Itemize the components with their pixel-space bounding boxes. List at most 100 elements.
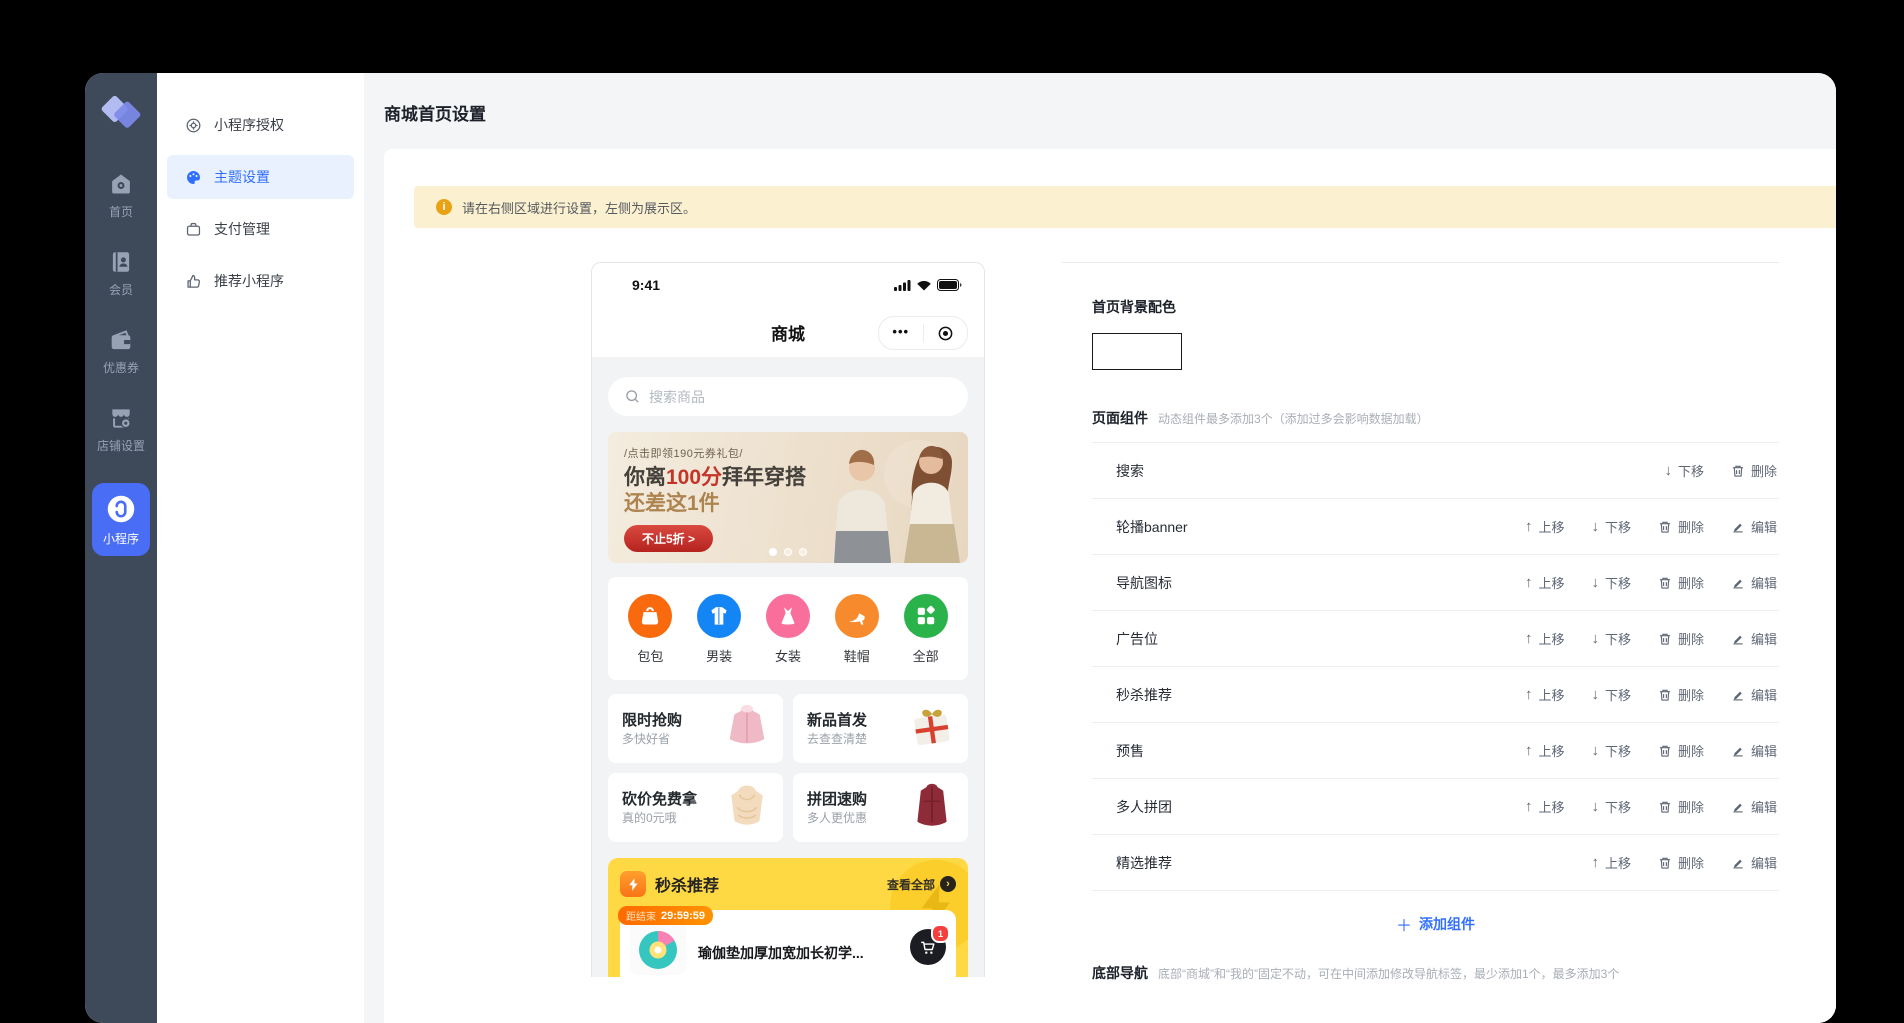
sidebar-item-label: 会员 <box>109 281 133 298</box>
promo-card[interactable]: 新品首发 去查查清楚 <box>793 694 968 763</box>
down-action-button[interactable]: ↓ 下移 <box>1664 461 1704 480</box>
bg-color-swatch[interactable] <box>1092 333 1182 370</box>
action-label: 下移 <box>1605 629 1631 648</box>
edit-action-button[interactable]: 编辑 <box>1731 741 1777 760</box>
action-label: 编辑 <box>1751 517 1777 536</box>
banner-headline: 你离100分拜年穿搭 <box>624 464 968 491</box>
target-icon <box>937 325 954 342</box>
menu-item-recommend[interactable]: 推荐小程序 <box>167 259 354 303</box>
promo-card[interactable]: 拼团速购 多人更优惠 <box>793 773 968 842</box>
delete-action-button[interactable]: 删除 <box>1658 685 1704 704</box>
delete-action-button[interactable]: 删除 <box>1658 741 1704 760</box>
component-name: 搜索 <box>1116 461 1664 481</box>
arrow-down-icon: ↓ <box>1591 520 1599 534</box>
add-component-button[interactable]: ＋ 添加组件 <box>1396 912 1475 936</box>
carousel-banner[interactable]: /点击即领190元券礼包/ 你离100分拜年穿搭 还差这1件 不止5折 > <box>608 432 968 563</box>
component-row: 导航图标 ↑ 上移 ↓ 下移 删除 编辑 <box>1092 555 1779 611</box>
app-logo-icon <box>96 95 146 137</box>
delete-action-button[interactable]: 删除 <box>1658 573 1704 592</box>
bottom-nav-section: 底部导航 底部“商城”和“我的”固定不动，可在中间添加修改导航标签，最少添加1个… <box>1092 963 1779 983</box>
edit-action-button[interactable]: 编辑 <box>1731 685 1777 704</box>
flash-product-card[interactable]: 距结束 29:59:59 瑜伽垫加厚加宽加长初学... 1 <box>620 910 956 977</box>
arrow-down-icon: ↓ <box>1591 688 1599 702</box>
category-item[interactable]: 包包 <box>628 594 672 665</box>
plus-icon: ＋ <box>1396 912 1412 936</box>
sidebar-item-coupon[interactable]: 优惠券 <box>85 327 157 376</box>
edit-icon <box>1731 856 1745 870</box>
app-window: 首页 会员 优惠券 店铺设置 小程序 小程序授权 主题设置 支付管理 <box>85 73 1836 1023</box>
edit-action-button[interactable]: 编辑 <box>1731 797 1777 816</box>
down-action-button[interactable]: ↓ 下移 <box>1591 629 1631 648</box>
wechat-capsule: ••• <box>878 316 968 350</box>
promo-title: 拼团速购 <box>807 791 867 808</box>
flash-sale-section: 秒杀推荐 查看全部 › 距结束 29 <box>608 858 968 977</box>
components-list: 搜索 ↓ 下移 删除 轮播banner ↑ 上移 ↓ 下移 删除 编辑 <box>1092 442 1779 891</box>
carousel-dot[interactable] <box>799 548 807 556</box>
components-hint: 动态组件最多添加3个（添加过多会影响数据加载） <box>1158 410 1429 427</box>
carousel-dot[interactable] <box>769 548 777 556</box>
category-item[interactable]: 女装 <box>766 594 810 665</box>
countdown-badge: 距结束 29:59:59 <box>618 906 713 925</box>
action-label: 编辑 <box>1751 685 1777 704</box>
edit-action-button[interactable]: 编辑 <box>1731 629 1777 648</box>
sidebar-item-member[interactable]: 会员 <box>85 249 157 298</box>
delete-action-button[interactable]: 删除 <box>1658 797 1704 816</box>
component-row: 精选推荐 ↑ 上移 删除 编辑 <box>1092 835 1779 891</box>
up-action-button[interactable]: ↑ 上移 <box>1525 573 1565 592</box>
edit-action-button[interactable]: 编辑 <box>1731 573 1777 592</box>
delete-action-button[interactable]: 删除 <box>1658 629 1704 648</box>
sidebar-item-shop[interactable]: 店铺设置 <box>85 405 157 454</box>
menu-item-theme[interactable]: 主题设置 <box>167 155 354 199</box>
carousel-dot[interactable] <box>784 548 792 556</box>
promo-card[interactable]: 限时抢购 多快好省 <box>608 694 783 763</box>
menu-item-auth[interactable]: 小程序授权 <box>167 103 354 147</box>
category-item[interactable]: 男装 <box>697 594 741 665</box>
edit-action-button[interactable]: 编辑 <box>1731 517 1777 536</box>
phone-preview: 9:41 商城 ••• <box>591 262 985 977</box>
component-row: 广告位 ↑ 上移 ↓ 下移 删除 编辑 <box>1092 611 1779 667</box>
trash-icon <box>1658 688 1672 702</box>
view-all-link[interactable]: 查看全部 › <box>887 876 956 893</box>
delete-action-button[interactable]: 删除 <box>1658 853 1704 872</box>
more-button[interactable]: ••• <box>879 317 923 349</box>
up-action-button[interactable]: ↑ 上移 <box>1525 517 1565 536</box>
action-label: 下移 <box>1605 741 1631 760</box>
flash-bolt-icon <box>620 871 646 897</box>
cart-button[interactable]: 1 <box>910 929 946 965</box>
edit-action-button[interactable]: 编辑 <box>1731 853 1777 872</box>
menu-item-payment[interactable]: 支付管理 <box>167 207 354 251</box>
sidebar-item-miniapp[interactable]: 小程序 <box>92 483 150 556</box>
delete-action-button[interactable]: 删除 <box>1731 461 1777 480</box>
category-item[interactable]: 鞋帽 <box>835 594 879 665</box>
category-item[interactable]: 全部 <box>904 594 948 665</box>
delete-action-button[interactable]: 删除 <box>1658 517 1704 536</box>
up-action-button[interactable]: ↑ 上移 <box>1525 629 1565 648</box>
down-action-button[interactable]: ↓ 下移 <box>1591 573 1631 592</box>
promo-subtitle: 去查查清楚 <box>807 732 867 746</box>
up-action-button[interactable]: ↑ 上移 <box>1525 741 1565 760</box>
chevron-right-icon: › <box>940 876 956 892</box>
close-capsule-button[interactable] <box>924 317 968 349</box>
promo-card[interactable]: 砍价免费拿 真的0元哦 <box>608 773 783 842</box>
down-action-button[interactable]: ↓ 下移 <box>1591 517 1631 536</box>
action-label: 编辑 <box>1751 853 1777 872</box>
status-icons <box>894 279 962 291</box>
sidebar-item-home[interactable]: 首页 <box>85 171 157 220</box>
component-row: 搜索 ↓ 下移 删除 <box>1092 443 1779 499</box>
up-action-button[interactable]: ↑ 上移 <box>1591 853 1631 872</box>
arrow-down-icon: ↓ <box>1591 632 1599 646</box>
edit-icon <box>1731 576 1745 590</box>
down-action-button[interactable]: ↓ 下移 <box>1591 741 1631 760</box>
up-action-button[interactable]: ↑ 上移 <box>1525 685 1565 704</box>
up-action-button[interactable]: ↑ 上移 <box>1525 797 1565 816</box>
category-label: 女装 <box>775 646 801 665</box>
down-action-button[interactable]: ↓ 下移 <box>1591 797 1631 816</box>
search-input[interactable]: 搜索商品 <box>608 377 968 416</box>
bag-icon <box>628 594 672 638</box>
palette-icon <box>185 169 202 186</box>
down-action-button[interactable]: ↓ 下移 <box>1591 685 1631 704</box>
component-row: 多人拼团 ↑ 上移 ↓ 下移 删除 编辑 <box>1092 779 1779 835</box>
sidebar-item-label: 优惠券 <box>103 359 139 376</box>
trash-icon <box>1658 744 1672 758</box>
action-label: 下移 <box>1605 685 1631 704</box>
